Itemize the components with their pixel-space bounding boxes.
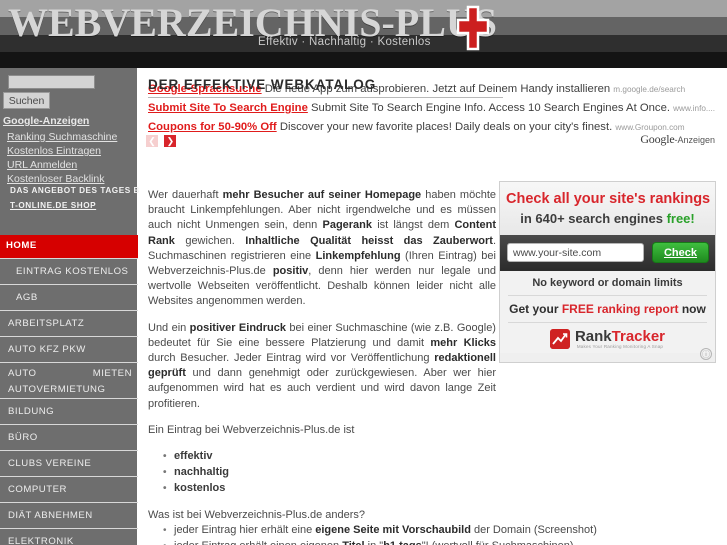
sidebar-item-autovermietung-line2: AUTOVERMIETUNG <box>8 384 106 395</box>
google-ad-url-2: www.info.... <box>673 104 716 113</box>
list-item: nachhaltig <box>163 465 496 480</box>
sidebar-item-auto-word: AUTO <box>8 368 37 379</box>
site-header: WEBVERZEICHNIS-PLUS Effektiv · Nachhalti… <box>0 0 727 68</box>
check-button[interactable]: Check <box>652 242 709 263</box>
rank-tracker-logo-icon <box>549 329 570 349</box>
chevron-left-icon[interactable]: ❮ <box>146 134 158 147</box>
sidebar-item-eintrag-kostenlos[interactable]: EINTRAG KOSTENLOS <box>0 258 138 284</box>
list-item: jeder Eintrag erhält einen eigenen Titel… <box>163 539 708 545</box>
sidebar-ad-link-ranking-suchmaschine[interactable]: Ranking Suchmaschine <box>7 131 117 143</box>
sidebar-ad-link-kostenlos-eintragen[interactable]: Kostenlos Eintragen <box>7 145 101 157</box>
rank-tracker-name: RankTracker <box>574 327 666 345</box>
main-content: Google-Sprachsuche Die neue App zum ausp… <box>139 68 727 545</box>
rank-tracker-form: Check <box>500 235 715 271</box>
google-ad-row-3[interactable]: Coupons for 50-90% Off Discover your new… <box>148 120 685 135</box>
sidebar-item-diaet-abnehmen[interactable]: DIÄT ABNEHMEN <box>0 502 138 528</box>
article-paragraph-2: Und ein positiver Eindruck bei einer Suc… <box>148 321 496 410</box>
ad-pagination: ❮ ❯ <box>146 132 178 150</box>
sidebar-item-bildung[interactable]: BILDUNG <box>0 398 138 424</box>
sidebar-item-mieten-word: MIETEN <box>92 368 132 379</box>
google-ads-attribution: Google-Anzeigen <box>640 132 715 147</box>
google-ad-desc-2: Submit Site To Search Engine Info. Acces… <box>311 102 670 114</box>
rank-tracker-headline-line2: in 640+ search engines free! <box>506 210 709 227</box>
search-input[interactable] <box>8 75 95 89</box>
google-ad-row-2[interactable]: Submit Site To Search Engine Submit Site… <box>148 101 715 116</box>
sidebar-ad-link-kostenloser-backlink[interactable]: Kostenloser Backlink <box>7 173 104 185</box>
red-cross-icon <box>456 5 490 51</box>
list-item: effektiv <box>163 449 496 464</box>
brand-word-rank: Rank <box>574 327 612 345</box>
sidebar-item-agb[interactable]: AGB <box>0 284 138 310</box>
sidebar-promo-link[interactable]: T-ONLINE.DE SHOP <box>10 201 96 210</box>
rank-tracker-headline-line2-text: in 640+ search engines <box>520 211 667 226</box>
google-ad-url-3: www.Groupon.com <box>615 123 685 132</box>
article-paragraph-3: Ein Eintrag bei Webverzeichnis-Plus.de i… <box>148 423 355 436</box>
brand-word-tracker: Tracker <box>611 327 666 345</box>
rank-tracker-headline: Check all your site's rankings in 640+ s… <box>500 182 715 235</box>
sidebar-item-clubs-vereine[interactable]: CLUBS VEREINE <box>0 450 138 476</box>
sidebar-item-auto-kfz-pkw[interactable]: AUTO KFZ PKW <box>0 336 138 362</box>
google-ad-title-2[interactable]: Submit Site To Search Engine <box>148 102 308 114</box>
sidebar-item-auto-mieten-line1: AUTO MIETEN <box>8 366 132 382</box>
rank-tracker-tagline: Makes Your Ranking Monitoring A Snap <box>576 343 664 349</box>
sidebar-item-auto-mieten-autovermietung[interactable]: AUTO MIETEN AUTOVERMIETUNG <box>0 362 138 398</box>
header-band-4 <box>0 52 727 68</box>
sidebar-ad-link-url-anmelden[interactable]: URL Anmelden <box>7 159 77 171</box>
info-icon[interactable]: ⓘ <box>700 348 712 360</box>
sidebar: Suchen Google-Anzeigen Ranking Suchmasch… <box>0 68 148 545</box>
sidebar-item-arbeitsplatz[interactable]: ARBEITSPLATZ <box>0 310 138 336</box>
rank-tracker-footer: No keyword or domain limits Get your FRE… <box>500 271 715 353</box>
free-report-suffix: now <box>678 302 706 316</box>
sidebar-promo-text: DAS ANGEBOT DES TAGES BEI <box>10 186 149 195</box>
sidebar-nav: HOME EINTRAG KOSTENLOS AGB ARBEITSPLATZ … <box>0 235 138 545</box>
page-title: DER EFFEKTIVE WEBKATALOG <box>148 77 503 98</box>
rank-tracker-brand-text: RankTracker Makes Your Ranking Monitorin… <box>574 327 666 349</box>
rank-tracker-no-limits-text: No keyword or domain limits <box>508 277 707 296</box>
sidebar-item-buero[interactable]: BÜRO <box>0 424 138 450</box>
rank-tracker-brand: RankTracker Makes Your Ranking Monitorin… <box>508 323 707 349</box>
free-report-highlight: FREE ranking report <box>561 302 679 316</box>
google-wordmark: Google <box>640 132 675 146</box>
sidebar-item-elektronik[interactable]: ELEKTRONIK <box>0 528 138 545</box>
rank-tracker-ad[interactable]: Check all your site's rankings in 640+ s… <box>499 181 716 363</box>
anzeigen-suffix: -Anzeigen <box>674 135 715 145</box>
site-tagline: Effektiv · Nachhaltig · Kostenlos <box>258 36 431 48</box>
article-body: Wer dauerhaft mehr Besucher auf seiner H… <box>148 188 496 534</box>
list-item: kostenlos <box>163 481 496 496</box>
free-report-prefix: Get your <box>509 302 562 316</box>
body-area: Suchen Google-Anzeigen Ranking Suchmasch… <box>0 68 727 545</box>
features-list-container: jeder Eintrag hier erhält eine eigene Se… <box>148 523 708 545</box>
features-list: jeder Eintrag hier erhält eine eigene Se… <box>148 523 708 545</box>
page-root: WEBVERZEICHNIS-PLUS Effektiv · Nachhalti… <box>0 0 727 545</box>
rank-tracker-headline-line1: Check all your site's rankings <box>506 191 711 207</box>
site-url-input[interactable] <box>507 243 644 262</box>
sidebar-ads-label: Google-Anzeigen <box>3 115 90 127</box>
list-item: jeder Eintrag hier erhält eine eigene Se… <box>163 523 708 538</box>
search-button[interactable]: Suchen <box>3 92 50 109</box>
google-ad-desc-3: Discover your new favorite places! Daily… <box>279 121 613 133</box>
article-question: Was ist bei Webverzeichnis-Plus.de ander… <box>148 508 366 521</box>
benefits-list: effektivnachhaltigkostenlos <box>148 449 496 497</box>
article-paragraph-1: Wer dauerhaft mehr Besucher auf seiner H… <box>148 189 497 308</box>
chevron-right-icon[interactable]: ❯ <box>164 134 177 147</box>
sidebar-item-computer[interactable]: COMPUTER <box>0 476 138 502</box>
sidebar-item-home[interactable]: HOME <box>0 235 138 258</box>
rank-tracker-free-word: free! <box>666 211 695 226</box>
rank-tracker-free-report-text: Get your FREE ranking report now <box>508 296 707 323</box>
google-ad-url-1: m.google.de/search <box>613 85 686 94</box>
